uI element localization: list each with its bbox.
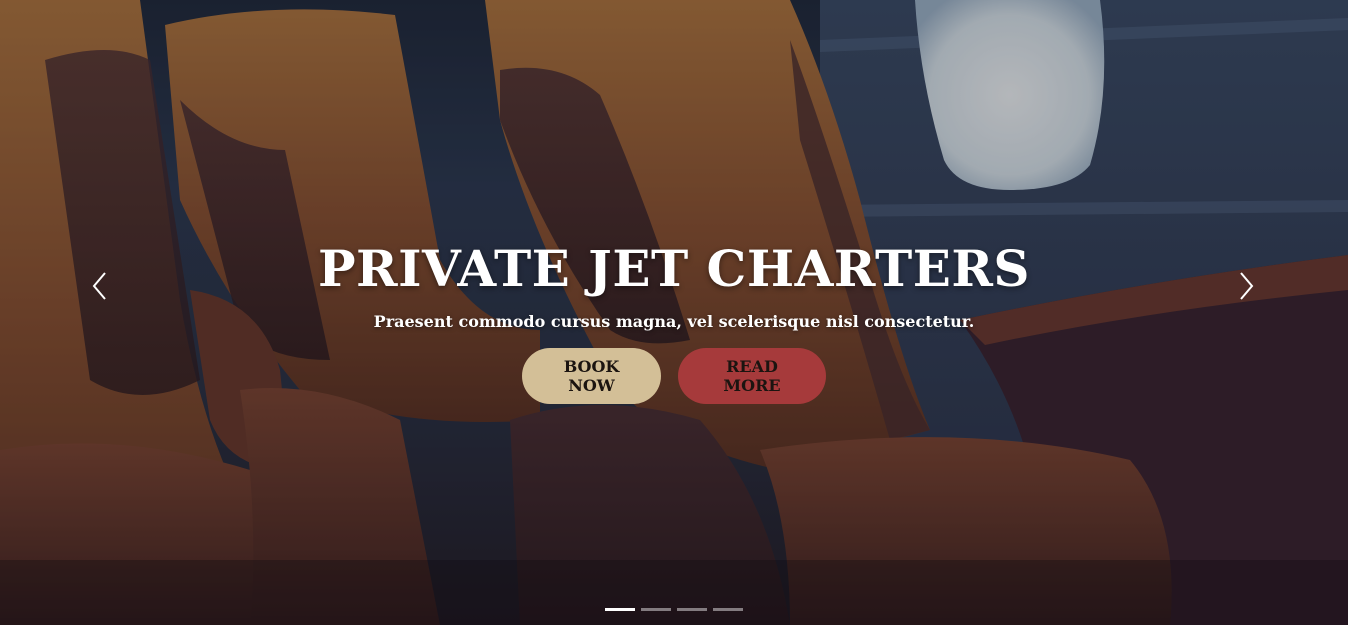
read-more-button[interactable]: READ MORE [678,348,826,404]
hero-carousel: PRIVATE JET CHARTERS Praesent commodo cu… [0,0,1348,625]
carousel-indicator-1[interactable] [605,608,635,611]
slide-caption: PRIVATE JET CHARTERS Praesent commodo cu… [0,238,1348,404]
hero-buttons: BOOK NOW READ MORE [0,348,1348,404]
hero-title: PRIVATE JET CHARTERS [317,239,1031,298]
carousel-indicators [0,608,1348,611]
carousel-indicator-4[interactable] [713,608,743,611]
carousel-indicator-2[interactable] [641,608,671,611]
hero-subtitle: Praesent commodo cursus magna, vel scele… [373,312,975,331]
book-now-button[interactable]: BOOK NOW [522,348,661,404]
carousel-indicator-3[interactable] [677,608,707,611]
